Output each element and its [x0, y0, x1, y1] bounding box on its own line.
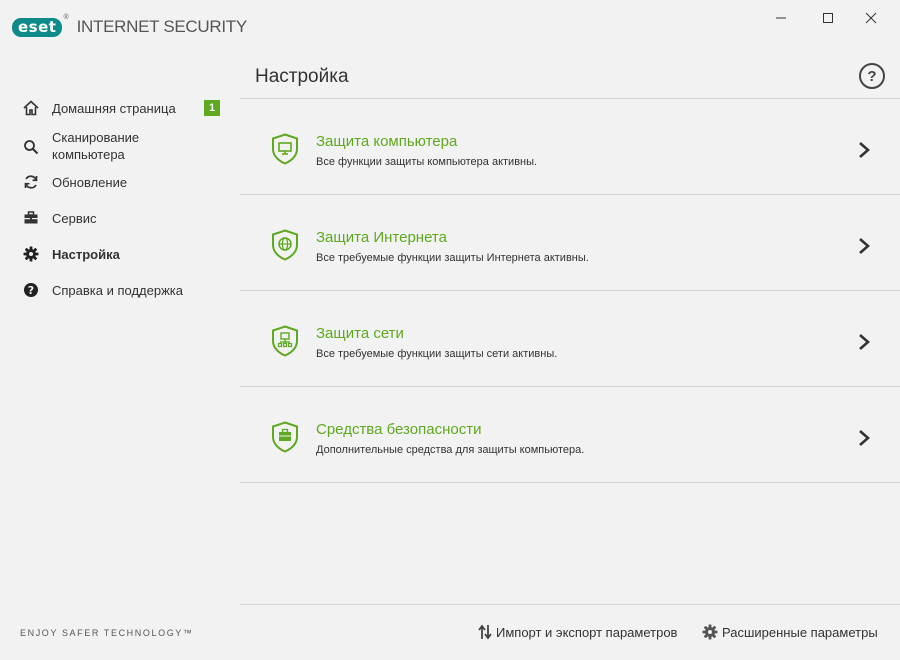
help-circle-icon: ?	[22, 281, 40, 299]
card-title: Защита сети	[316, 325, 404, 342]
sidebar-item-label: Обновление	[52, 174, 128, 190]
chevron-right-icon	[859, 238, 870, 254]
minimize-button[interactable]	[770, 8, 792, 28]
card-computer-protection[interactable]: Защита компьютера Все функции защиты ком…	[240, 99, 900, 194]
sidebar-item-scan[interactable]: Сканирование компьютера	[0, 128, 240, 164]
advanced-setup-label: Расширенные параметры	[722, 624, 878, 640]
shield-briefcase-icon	[272, 421, 298, 453]
sidebar-item-label: Домашняя страница	[52, 100, 176, 116]
page-title: Настройка	[255, 66, 349, 87]
title-bar: eset ® INTERNET SECURITY	[0, 0, 900, 58]
product-name: INTERNET SECURITY	[76, 17, 248, 36]
import-export-button[interactable]: Импорт и экспорт параметров	[478, 624, 677, 640]
search-icon	[22, 138, 40, 156]
sidebar-item-label: Сервис	[52, 210, 97, 226]
card-security-tools[interactable]: Средства безопасности Дополнительные сре…	[240, 387, 900, 482]
sidebar-item-tools[interactable]: Сервис	[0, 208, 240, 228]
sidebar-item-label: Справка и поддержка	[52, 282, 183, 298]
close-button[interactable]	[860, 8, 882, 28]
sidebar-item-label: Сканирование компьютера	[52, 130, 140, 162]
card-network-protection[interactable]: Защита сети Все требуемые функции защиты…	[240, 291, 900, 386]
chevron-right-icon	[859, 430, 870, 446]
footer-divider	[240, 604, 900, 605]
advanced-setup-button[interactable]: Расширенные параметры	[702, 624, 878, 640]
import-export-label: Импорт и экспорт параметров	[496, 624, 678, 640]
card-description: Все требуемые функции защиты Интернета а…	[316, 252, 589, 264]
gear-icon	[22, 245, 40, 263]
sidebar: Домашняя страница 1 Сканирование компьют…	[0, 58, 240, 660]
import-export-icon	[478, 624, 492, 640]
card-title: Защита компьютера	[316, 133, 458, 150]
main-panel: Настройка ? Защита компьютера Все функци…	[240, 58, 900, 660]
sidebar-item-help[interactable]: ? Справка и поддержка	[0, 280, 240, 300]
shield-globe-icon	[272, 229, 298, 261]
chevron-right-icon	[859, 334, 870, 350]
help-button[interactable]: ?	[859, 63, 885, 89]
toolbox-icon	[22, 209, 40, 227]
sidebar-item-setup[interactable]: Настройка	[0, 244, 240, 264]
divider	[240, 482, 900, 483]
shield-network-icon	[272, 325, 298, 357]
eset-logo: eset	[12, 17, 63, 37]
app-logo: eset ® INTERNET SECURITY	[12, 14, 248, 37]
maximize-button[interactable]	[817, 8, 839, 28]
tagline: ENJOY SAFER TECHNOLOGY™	[20, 628, 194, 638]
chevron-right-icon	[859, 142, 870, 158]
close-icon	[865, 12, 877, 24]
sidebar-item-home[interactable]: Домашняя страница 1	[0, 98, 240, 118]
home-icon	[22, 99, 40, 117]
notification-badge: 1	[204, 100, 220, 116]
gear-icon	[702, 624, 718, 640]
card-internet-protection[interactable]: Защита Интернета Все требуемые функции з…	[240, 195, 900, 290]
sidebar-item-label: Настройка	[52, 246, 120, 262]
card-description: Все функции защиты компьютера активны.	[316, 156, 538, 168]
card-description: Все требуемые функции защиты сети активн…	[316, 348, 558, 360]
maximize-icon	[823, 13, 833, 23]
card-title: Защита Интернета	[316, 229, 447, 246]
registered-mark: ®	[63, 14, 69, 21]
sidebar-item-update[interactable]: Обновление	[0, 172, 240, 192]
card-description: Дополнительные средства для защиты компь…	[316, 444, 585, 456]
svg-text:?: ?	[28, 284, 34, 297]
minimize-icon	[776, 17, 786, 19]
shield-monitor-icon	[272, 133, 298, 165]
refresh-icon	[22, 173, 40, 191]
card-title: Средства безопасности	[316, 421, 482, 438]
